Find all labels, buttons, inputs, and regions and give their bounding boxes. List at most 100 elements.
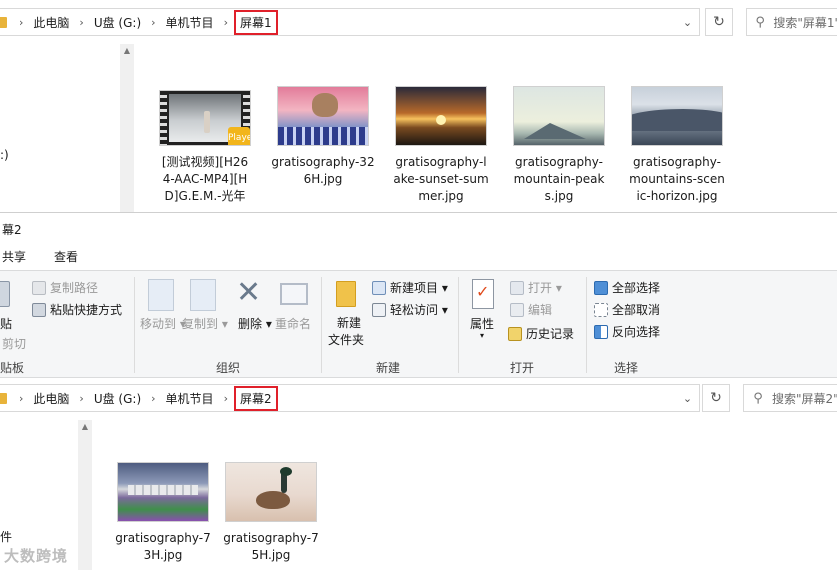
breadcrumb-folder[interactable]: 单机节目 bbox=[160, 14, 220, 31]
window-title-bar[interactable]: 幕2 bbox=[0, 212, 837, 244]
file-item[interactable]: gratisography-326H.jpg bbox=[268, 86, 378, 188]
new-folder-icon bbox=[336, 281, 356, 307]
file-item[interactable]: gratisography-75H.jpg bbox=[216, 462, 326, 564]
scroll-up-arrow-icon[interactable]: ▲ bbox=[120, 44, 134, 58]
breadcrumb: › 此电脑 › U盘 (G:) › 单机节目 › 屏幕1 bbox=[0, 9, 675, 35]
history-icon bbox=[508, 327, 522, 341]
image-thumbnail bbox=[395, 86, 487, 146]
edit-label: 编辑 bbox=[528, 303, 553, 317]
search-box-window2[interactable]: ⚲ 搜索"屏幕2" bbox=[743, 384, 837, 412]
chevron-right-icon: › bbox=[151, 391, 156, 405]
properties-button[interactable]: 属性 ▾ bbox=[470, 315, 494, 340]
new-folder-label-2: 文件夹 bbox=[328, 333, 365, 347]
refresh-button[interactable]: ↻ bbox=[702, 384, 730, 412]
file-item[interactable]: gratisography-mountains-scenic-horizon.j… bbox=[622, 86, 732, 205]
nav-pane-scrollbar[interactable]: ▲ bbox=[120, 44, 134, 212]
copy-path-button[interactable]: 复制路径 bbox=[32, 279, 98, 296]
folder-icon bbox=[0, 392, 7, 404]
rename-icon bbox=[280, 283, 308, 305]
breadcrumb-current-folder[interactable]: 屏幕2 bbox=[233, 385, 278, 411]
breadcrumb-folder[interactable]: 单机节目 bbox=[160, 390, 220, 407]
move-to-icon bbox=[148, 279, 174, 311]
file-name: gratisography-mountains-scenic-horizon.j… bbox=[629, 155, 725, 203]
breadcrumb-this-pc[interactable]: 此电脑 bbox=[27, 14, 75, 31]
chevron-right-icon: › bbox=[223, 391, 228, 405]
chevron-right-icon: › bbox=[19, 15, 24, 29]
select-none-label: 全部取消 bbox=[612, 303, 661, 317]
refresh-icon: ↻ bbox=[710, 390, 722, 406]
file-item[interactable]: gratisography-mountain-peaks.jpg bbox=[504, 86, 614, 205]
video-thumbnail: Player bbox=[159, 90, 251, 146]
address-history-dropdown[interactable]: ⌄ bbox=[675, 9, 699, 35]
file-item[interactable]: gratisography-73H.jpg bbox=[108, 462, 218, 564]
properties-label: 属性 bbox=[470, 317, 495, 331]
image-thumbnail bbox=[631, 86, 723, 146]
breadcrumb-current-folder[interactable]: 屏幕1 bbox=[233, 9, 278, 35]
paste-shortcut-label: 粘贴快捷方式 bbox=[50, 303, 123, 317]
move-to-button[interactable]: 移动到 ▾ bbox=[140, 315, 186, 332]
watermark: 大数跨境 bbox=[4, 547, 69, 565]
tab-share[interactable]: 共享 bbox=[2, 248, 26, 265]
breadcrumb-usb-drive[interactable]: U盘 (G:) bbox=[88, 14, 147, 31]
file-item[interactable]: Player [测试视频][H264-AAC-MP4][HD]G.E.M.-光年… bbox=[150, 90, 260, 206]
open-label: 打开 bbox=[528, 281, 553, 295]
cut-button[interactable]: 剪切 bbox=[2, 335, 26, 352]
address-history-dropdown[interactable]: ⌄ bbox=[675, 385, 699, 411]
invert-selection-label: 反向选择 bbox=[612, 325, 661, 339]
search-icon: ⚲ bbox=[755, 14, 765, 30]
history-button[interactable]: 历史记录 bbox=[508, 325, 574, 342]
breadcrumb-usb-drive[interactable]: U盘 (G:) bbox=[88, 390, 147, 407]
delete-icon: ✕ bbox=[236, 275, 262, 310]
properties-icon: ✓ bbox=[472, 279, 494, 309]
chevron-down-icon: ⌄ bbox=[682, 391, 693, 405]
file-name: gratisography-73H.jpg bbox=[115, 531, 211, 562]
select-none-button[interactable]: 全部取消 bbox=[594, 301, 660, 318]
easy-access-icon bbox=[372, 303, 386, 317]
nav-pane-scrollbar[interactable]: ▲ bbox=[78, 420, 92, 570]
copy-to-button[interactable]: 复制到 ▾ bbox=[182, 315, 228, 332]
breadcrumb-this-pc[interactable]: 此电脑 bbox=[27, 390, 75, 407]
file-name: gratisography-326H.jpg bbox=[271, 155, 375, 186]
new-folder-button[interactable]: 新建 文件夹 bbox=[328, 315, 364, 349]
file-item[interactable]: gratisography-lake-sunset-summer.jpg bbox=[386, 86, 496, 205]
address-bar-window2[interactable]: › 此电脑 › U盘 (G:) › 单机节目 › 屏幕2 ⌄ bbox=[0, 384, 700, 412]
chevron-right-icon: › bbox=[79, 391, 84, 405]
rename-button[interactable]: 重命名 bbox=[275, 315, 311, 332]
tab-view[interactable]: 查看 bbox=[54, 248, 78, 265]
paste-button[interactable]: 贴 bbox=[0, 315, 12, 332]
copy-path-icon bbox=[32, 281, 46, 295]
paste-shortcut-button[interactable]: 粘贴快捷方式 bbox=[32, 301, 122, 318]
folder-icon bbox=[0, 16, 7, 28]
delete-button[interactable]: 删除 ▾ bbox=[238, 315, 272, 332]
new-item-icon bbox=[372, 281, 386, 295]
search-box-window1[interactable]: ⚲ 搜索"屏幕1" bbox=[746, 8, 837, 36]
select-all-button[interactable]: 全部选择 bbox=[594, 279, 660, 296]
search-placeholder: 搜索"屏幕2" bbox=[772, 391, 837, 406]
invert-selection-button[interactable]: 反向选择 bbox=[594, 323, 660, 340]
address-bar-window1[interactable]: › 此电脑 › U盘 (G:) › 单机节目 › 屏幕1 ⌄ bbox=[0, 8, 700, 36]
new-item-button[interactable]: 新建项目 ▾ bbox=[372, 279, 448, 296]
nav-pane-fragment: :) bbox=[0, 148, 9, 162]
ribbon: 贴 复制路径 粘贴快捷方式 剪切 贴板 移动到 ▾ 复制到 ▾ ✕ 删除 ▾ 重… bbox=[0, 270, 837, 378]
chevron-right-icon: › bbox=[79, 15, 84, 29]
copy-to-label: 复制到 bbox=[182, 317, 219, 331]
group-label-clipboard: 贴板 bbox=[0, 361, 25, 375]
open-button[interactable]: 打开 ▾ bbox=[510, 279, 562, 296]
easy-access-button[interactable]: 轻松访问 ▾ bbox=[372, 301, 448, 318]
select-all-label: 全部选择 bbox=[612, 281, 661, 295]
file-name: gratisography-mountain-peaks.jpg bbox=[513, 155, 605, 203]
file-name: gratisography-lake-sunset-summer.jpg bbox=[393, 155, 489, 203]
select-all-icon bbox=[594, 281, 608, 295]
paste-shortcut-icon bbox=[32, 303, 46, 317]
group-label-open: 打开 bbox=[510, 361, 535, 375]
scroll-up-arrow-icon[interactable]: ▲ bbox=[78, 420, 92, 434]
paste-icon bbox=[0, 281, 10, 307]
select-none-icon bbox=[594, 303, 608, 317]
refresh-button[interactable]: ↻ bbox=[705, 8, 733, 36]
edit-button[interactable]: 编辑 bbox=[510, 301, 552, 318]
breadcrumb: › 此电脑 › U盘 (G:) › 单机节目 › 屏幕2 bbox=[0, 385, 675, 411]
player-badge-icon: Player bbox=[228, 127, 250, 145]
history-label: 历史记录 bbox=[526, 327, 575, 341]
file-name: [测试视频][H264-AAC-MP4][HD]G.E.M.-光年之外 LIGH… bbox=[161, 155, 249, 203]
chevron-down-icon: ⌄ bbox=[682, 15, 693, 29]
